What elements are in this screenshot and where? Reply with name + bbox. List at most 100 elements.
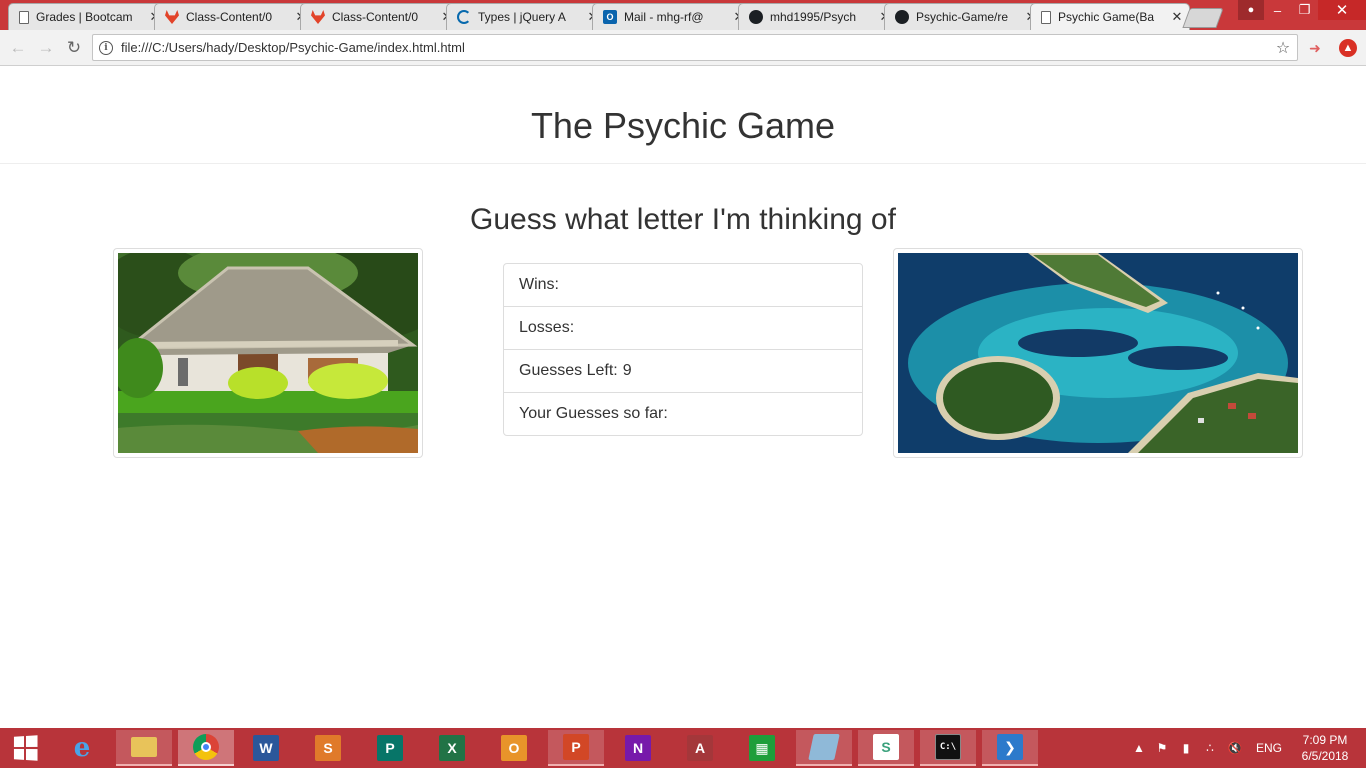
tab-title: Class-Content/0 bbox=[332, 10, 419, 24]
new-tab-button[interactable] bbox=[1182, 8, 1224, 28]
windows-taskbar: e W S P X O P N A ▦ S C:\ ❯ ▲ ⚑ ▮ ∴ 🔇 EN… bbox=[0, 728, 1366, 768]
tab-title: Types | jQuery A bbox=[478, 10, 566, 24]
close-window-icon[interactable]: ✕ bbox=[1318, 0, 1366, 20]
github-icon bbox=[895, 10, 909, 24]
editor-icon bbox=[808, 734, 840, 760]
tab-title: Psychic-Game/re bbox=[916, 10, 1009, 24]
tab-title: mhd1995/Psych bbox=[770, 10, 857, 24]
extension-arrow-icon[interactable]: ➜ bbox=[1306, 39, 1324, 57]
wifi-signal-icon[interactable]: ∴ bbox=[1200, 728, 1220, 768]
tab-github-readme[interactable]: Psychic-Game/re ✕ bbox=[884, 3, 1044, 30]
hut-image-thumbnail bbox=[113, 248, 423, 458]
onenote-icon: N bbox=[625, 735, 651, 761]
page-content: The Psychic Game Guess what letter I'm t… bbox=[0, 67, 1366, 728]
tab-title: Psychic Game(Ba bbox=[1058, 10, 1155, 24]
tab-mail[interactable]: O Mail - mhg-rf@ ✕ bbox=[592, 3, 752, 30]
guesses-left-row: Guesses Left: 9 bbox=[504, 350, 862, 393]
tab-class-content-1[interactable]: Class-Content/0 ✕ bbox=[154, 3, 314, 30]
clock-date: 6/5/2018 bbox=[1301, 749, 1349, 763]
doc-icon bbox=[19, 10, 29, 24]
taskbar-sway[interactable]: S bbox=[300, 730, 356, 766]
command-prompt-icon: C:\ bbox=[935, 734, 961, 760]
forward-arrow-icon[interactable]: → bbox=[34, 36, 58, 60]
battery-icon[interactable]: ▮ bbox=[1176, 728, 1196, 768]
jquery-icon bbox=[457, 10, 471, 24]
tab-class-content-2[interactable]: Class-Content/0 ✕ bbox=[300, 3, 460, 30]
game-subtitle: Guess what letter I'm thinking of bbox=[470, 203, 896, 236]
outlook-icon: O bbox=[501, 735, 527, 761]
sway-icon: S bbox=[315, 735, 341, 761]
taskbar-ie[interactable]: e bbox=[54, 730, 110, 766]
wins-label: Wins: bbox=[519, 276, 559, 293]
slack-icon: S bbox=[873, 734, 899, 760]
taskbar-slack[interactable]: S bbox=[858, 730, 914, 766]
taskbar-file-explorer[interactable] bbox=[116, 730, 172, 766]
tab-title: Mail - mhg-rf@ bbox=[624, 10, 704, 24]
taskbar-store[interactable]: ▦ bbox=[734, 730, 790, 766]
score-list: Wins: Losses: Guesses Left: 9 Your Guess… bbox=[503, 263, 863, 436]
wins-row: Wins: bbox=[504, 264, 862, 307]
access-icon: A bbox=[687, 735, 713, 761]
tab-title: Class-Content/0 bbox=[186, 10, 273, 24]
taskbar-outlook[interactable]: O bbox=[486, 730, 542, 766]
language-indicator[interactable]: ENG bbox=[1252, 728, 1286, 768]
island-lagoon-photo bbox=[898, 253, 1298, 453]
losses-label: Losses: bbox=[519, 319, 575, 336]
show-hidden-icons-icon[interactable]: ▲ bbox=[1131, 728, 1147, 768]
minimize-icon[interactable]: – bbox=[1264, 0, 1291, 20]
tab-psychic-game[interactable]: Psychic Game(Ba ✕ bbox=[1030, 3, 1190, 30]
taskbar-access[interactable]: A bbox=[672, 730, 728, 766]
taskbar-powerpoint[interactable]: P bbox=[548, 730, 604, 766]
store-icon: ▦ bbox=[749, 735, 775, 761]
tab-github-repo[interactable]: mhd1995/Psych ✕ bbox=[738, 3, 898, 30]
extension-badge-icon[interactable]: ▲ bbox=[1339, 39, 1357, 57]
back-arrow-icon[interactable]: ← bbox=[6, 36, 30, 60]
publisher-icon: P bbox=[377, 735, 403, 761]
close-tab-icon[interactable]: ✕ bbox=[1171, 9, 1183, 25]
bookmark-star-icon[interactable]: ☆ bbox=[1269, 38, 1297, 58]
thatched-hut-photo bbox=[118, 253, 418, 453]
clock-time: 7:09 PM bbox=[1302, 733, 1348, 747]
volume-muted-icon[interactable]: 🔇 bbox=[1224, 728, 1246, 768]
powerpoint-icon: P bbox=[563, 734, 589, 760]
address-bar[interactable]: i file:///C:/Users/hady/Desktop/Psychic-… bbox=[92, 34, 1298, 61]
action-flag-icon[interactable]: ⚑ bbox=[1153, 728, 1171, 768]
start-button[interactable] bbox=[0, 728, 50, 768]
file-explorer-icon bbox=[131, 737, 157, 757]
taskbar-cmd[interactable]: C:\ bbox=[920, 730, 976, 766]
taskbar-vscode[interactable]: ❯ bbox=[982, 730, 1038, 766]
reload-icon[interactable]: ↻ bbox=[62, 36, 86, 60]
guesses-left-value: 9 bbox=[622, 362, 632, 379]
taskbar-onenote[interactable]: N bbox=[610, 730, 666, 766]
gitlab-icon bbox=[165, 10, 179, 24]
taskbar-publisher[interactable]: P bbox=[362, 730, 418, 766]
vscode-icon: ❯ bbox=[997, 734, 1023, 760]
tab-grades[interactable]: Grades | Bootcam ✕ bbox=[8, 3, 168, 30]
doc-icon bbox=[1041, 10, 1051, 24]
system-clock[interactable]: 7:09 PM 6/5/2018 bbox=[1292, 732, 1358, 764]
losses-row: Losses: bbox=[504, 307, 862, 350]
browser-toolbar: ← → ↻ i file:///C:/Users/hady/Desktop/Ps… bbox=[0, 30, 1366, 66]
guesses-so-far-label: Your Guesses so far: bbox=[519, 405, 668, 422]
gitlab-icon bbox=[311, 10, 325, 24]
tab-jquery-types[interactable]: Types | jQuery A ✕ bbox=[446, 3, 606, 30]
taskbar-chrome[interactable] bbox=[178, 730, 234, 766]
info-icon[interactable]: i bbox=[99, 40, 113, 55]
profile-icon[interactable]: ● bbox=[1238, 0, 1264, 20]
guesses-left-label: Guesses Left: bbox=[519, 362, 618, 379]
windows-logo-icon bbox=[13, 735, 38, 761]
jumbotron: The Psychic Game bbox=[0, 67, 1366, 164]
tab-title: Grades | Bootcam bbox=[36, 10, 133, 24]
restore-icon[interactable]: ❐ bbox=[1291, 0, 1318, 20]
url-text[interactable]: file:///C:/Users/hady/Desktop/Psychic-Ga… bbox=[121, 40, 1269, 55]
island-image-thumbnail bbox=[893, 248, 1303, 458]
taskbar-excel[interactable]: X bbox=[424, 730, 480, 766]
excel-icon: X bbox=[439, 735, 465, 761]
page-title: The Psychic Game bbox=[530, 104, 836, 146]
taskbar-word[interactable]: W bbox=[238, 730, 294, 766]
taskbar-editor[interactable] bbox=[796, 730, 852, 766]
internet-explorer-icon: e bbox=[73, 733, 91, 763]
github-icon bbox=[749, 10, 763, 24]
word-icon: W bbox=[253, 735, 279, 761]
chrome-icon bbox=[193, 734, 219, 760]
